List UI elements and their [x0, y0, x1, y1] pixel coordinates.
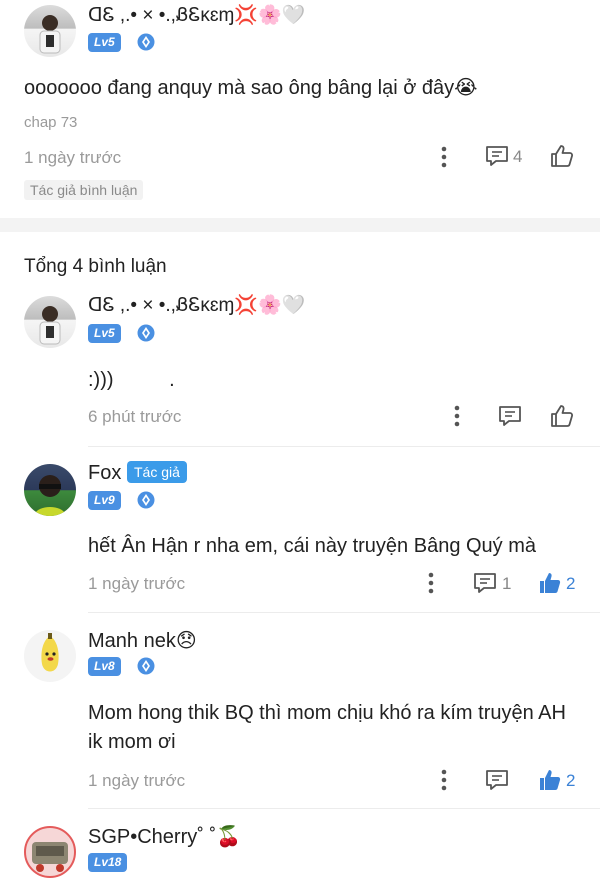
reply-count: 4	[513, 147, 523, 166]
like-icon[interactable]	[549, 403, 575, 429]
reply-divider	[88, 446, 600, 447]
reply-icon[interactable]	[472, 570, 498, 596]
level-crest-icon	[137, 657, 155, 675]
comment-time: 6 phút trước	[88, 407, 182, 426]
reply-divider	[88, 612, 600, 613]
level-badge: Lv8	[88, 657, 121, 676]
reply-count: 1	[502, 574, 512, 593]
comment-time: 1 ngày trước	[24, 148, 122, 167]
avatar-photo	[32, 842, 68, 872]
comment-author-name[interactable]: ᗡᏋ ,.• × •.,ᏰᏋκɛɱ💢🌸🤍	[88, 3, 305, 27]
more-vertical-icon[interactable]	[449, 404, 465, 428]
comment-time: 1 ngày trước	[88, 771, 186, 790]
level-crest-icon	[137, 33, 155, 51]
reply-divider	[88, 808, 600, 809]
avatar-photo	[39, 15, 61, 54]
avatar-photo	[34, 475, 66, 516]
reply-icon[interactable]	[497, 403, 523, 429]
comment-text: ooooooo đang anquy mà sao ông bâng lại ở…	[24, 77, 478, 99]
avatar[interactable]	[24, 826, 76, 878]
author-badge: Tác giả	[127, 461, 187, 483]
like-count: 2	[566, 771, 576, 790]
avatar[interactable]	[24, 296, 76, 348]
avatar-photo	[41, 633, 59, 672]
comment-author-name[interactable]: Fox	[88, 462, 121, 485]
liked-icon[interactable]	[537, 767, 563, 793]
level-badge: Lv5	[88, 324, 121, 343]
avatar-photo	[39, 306, 61, 345]
level-badge: Lv18	[88, 853, 128, 872]
replies-count-header: Tổng 4 bình luận	[24, 256, 167, 277]
comment-text-line-1: Mom hong thik BQ thì mom chịu khó ra kím…	[88, 702, 566, 724]
comment-author-name[interactable]: Manh nek😞	[88, 628, 197, 653]
like-count: 2	[566, 574, 576, 593]
comment-author-name[interactable]: ᗡᏋ ,.• × •.,ᏰᏋκɛɱ💢🌸🤍	[88, 293, 305, 317]
section-separator	[0, 218, 600, 232]
comment-time: 1 ngày trước	[88, 574, 186, 593]
avatar[interactable]	[24, 5, 76, 57]
reply-icon[interactable]	[484, 767, 510, 793]
comment-author-name[interactable]: SGP•Cherry˚ ˚🍒	[88, 824, 241, 849]
level-badge: Lv9	[88, 491, 121, 510]
avatar[interactable]	[24, 630, 76, 682]
more-vertical-icon[interactable]	[436, 768, 452, 792]
level-crest-icon	[137, 324, 155, 342]
more-vertical-icon[interactable]	[423, 571, 439, 595]
avatar[interactable]	[24, 464, 76, 516]
author-commented-tag: Tác giả bình luận	[24, 180, 144, 200]
comment-text: :))) .	[88, 369, 175, 391]
chapter-label[interactable]: chap 73	[24, 114, 77, 131]
more-vertical-icon[interactable]	[436, 145, 452, 169]
like-icon[interactable]	[549, 143, 575, 169]
comment-text: hết Ân Hận r nha em, cái này truyện Bâng…	[88, 535, 537, 557]
level-badge: Lv5	[88, 33, 121, 52]
liked-icon[interactable]	[537, 570, 563, 596]
level-crest-icon	[137, 491, 155, 509]
comment-text-line-2: ik mom ơi	[88, 731, 176, 753]
reply-icon[interactable]	[484, 143, 510, 169]
